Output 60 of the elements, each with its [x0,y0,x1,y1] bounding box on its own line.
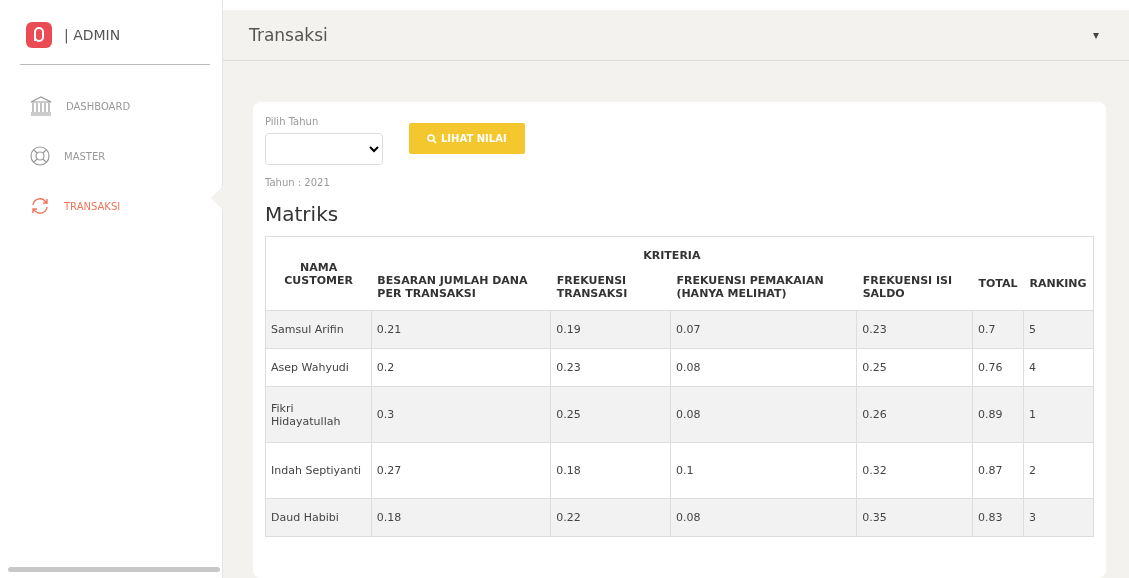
table-cell: 0.25 [856,348,973,387]
page-title: Transaksi [249,25,328,45]
bank-icon [30,96,52,116]
table-cell: 0.18 [371,498,551,537]
table-cell: 0.87 [972,442,1024,499]
table-cell: Daud Habibi [265,498,372,537]
table-cell: 1 [1023,386,1094,443]
brand-title: | ADMIN [64,27,121,43]
sidebar-item[interactable]: TRANSAKSI [30,191,222,221]
table-cell: 4 [1023,348,1094,387]
table-cell: 0.7 [972,310,1024,349]
table-cell: 2 [1023,442,1094,499]
column-header: FREKUENSI TRANSAKSI [556,274,628,300]
search-icon [427,133,437,144]
table-cell: 0.22 [550,498,671,537]
table-cell: Asep Wahyudi [265,348,372,387]
sidebar-item[interactable]: MASTER [30,141,222,171]
table-cell: 0.1 [670,442,857,499]
table-cell: 0.08 [670,348,857,387]
table-cell: 0.27 [371,442,551,499]
table-cell: 0.3 [371,386,551,443]
table-cell: 0.08 [670,386,857,443]
table-cell: 5 [1023,310,1094,349]
table-cell: 0.08 [670,498,857,537]
table-cell: 3 [1023,498,1094,537]
section-title: Matriks [265,202,340,226]
column-header: FREKUENSI ISI SALDO [862,274,953,300]
year-note: Tahun : 2021 [265,177,331,188]
field-label: Pilih Tahun [265,116,320,127]
sidebar-item[interactable]: DASHBOARD [30,91,222,121]
logo-icon [26,22,52,48]
table-cell: 0.25 [550,386,671,443]
table-cell: Indah Septiyanti [265,442,372,499]
year-select[interactable] [265,133,383,165]
table-cell: 0.83 [972,498,1024,537]
table-cell: Samsul Arifin [265,310,372,349]
table-cell: 0.26 [856,386,973,443]
table-cell: 0.23 [856,310,973,349]
table-cell: 0.2 [371,348,551,387]
table-cell: 0.35 [856,498,973,537]
table-cell: 0.19 [550,310,671,349]
table-cell: 0.07 [670,310,857,349]
column-header: FREKUENSI PEMAKAIAN (HANYA MELIHAT) [676,274,824,300]
table-cell: 0.89 [972,386,1024,443]
column-header: TOTAL [978,277,1018,290]
table-cell: 0.76 [972,348,1024,387]
view-score-button[interactable]: LIHAT NILAI [409,123,525,154]
refresh-icon [30,196,50,216]
user-menu-caret[interactable]: ▾ [1092,28,1099,42]
group-header: KRITERIA [643,249,701,262]
table-cell: Fikri Hidayatullah [265,386,372,443]
table-cell: 0.21 [371,310,551,349]
lifebuoy-icon [30,146,50,166]
scrollbar[interactable] [8,567,220,572]
column-header: RANKING [1029,277,1087,290]
table-cell: 0.23 [550,348,671,387]
column-header: NAMA CUSTOMER [284,260,353,287]
table-cell: 0.18 [550,442,671,499]
table-cell: 0.32 [856,442,973,499]
column-header: BESARAN JUMLAH DANA PER TRANSAKSI [377,274,528,300]
